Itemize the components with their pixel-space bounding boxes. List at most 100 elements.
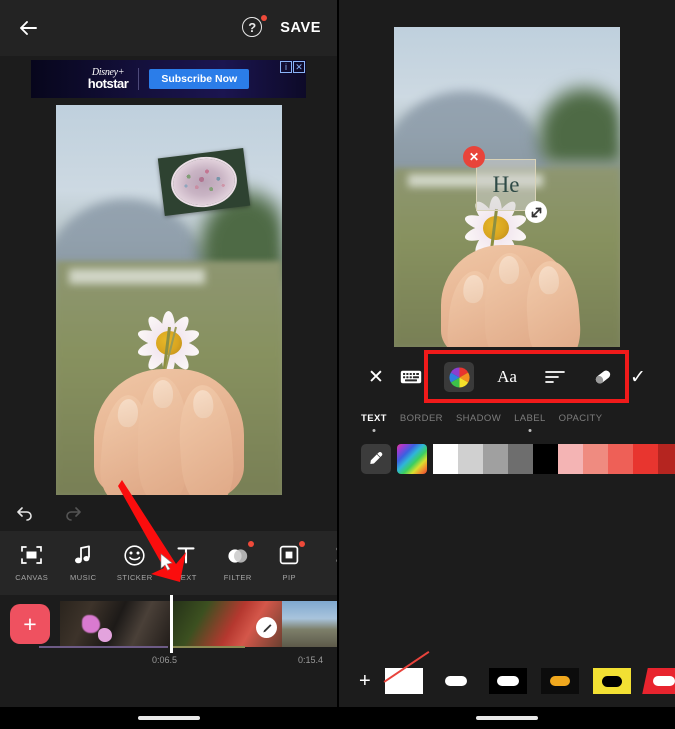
tab-label: SHADOW [456, 413, 501, 424]
tab-text[interactable]: TEXT [361, 413, 387, 433]
help-notification-badge [261, 15, 267, 21]
eraser-icon[interactable] [588, 362, 618, 392]
text-property-tabs: TEXT BORDER SHADOW LABEL OPACITY [339, 407, 675, 433]
color-swatch[interactable] [633, 444, 658, 474]
pip-new-badge [299, 541, 305, 547]
color-wheel-icon[interactable] [444, 362, 474, 392]
timeline-playhead[interactable] [170, 595, 173, 653]
tool-music[interactable]: MUSIC [58, 544, 110, 582]
timeline-clip-thumbnail[interactable] [60, 601, 171, 647]
tool-sticker[interactable]: STICKER [109, 544, 161, 582]
color-swatch[interactable] [458, 444, 483, 474]
help-question-icon[interactable]: ? [242, 17, 264, 39]
filter-new-badge [248, 541, 254, 547]
tool-label: FILTER [224, 573, 252, 582]
resize-diagonal-icon[interactable] [525, 201, 547, 223]
align-left-icon[interactable] [540, 362, 570, 392]
music-note-icon [74, 544, 92, 566]
preview-hand [94, 369, 244, 495]
font-aa-icon[interactable]: Aa [492, 362, 522, 392]
home-indicator [476, 716, 538, 720]
color-swatch[interactable] [483, 444, 508, 474]
label-preset-none[interactable] [385, 668, 423, 694]
back-arrow-icon[interactable] [16, 15, 42, 41]
tool-canvas[interactable]: CANVAS [6, 544, 58, 582]
screenshot-root: ? SAVE Disney+ hotstar Subscribe Now i ✕ [0, 0, 675, 729]
label-preset-red-skew[interactable] [642, 668, 675, 694]
color-swatch[interactable] [658, 444, 675, 474]
ad-subscribe-button[interactable]: Subscribe Now [149, 69, 249, 89]
label-preset-row: + [339, 655, 675, 707]
tool-pip[interactable]: PIP [264, 544, 316, 582]
text-tool-icons: Aa [396, 362, 618, 392]
history-controls [0, 495, 337, 531]
label-preset-orange-box[interactable] [541, 668, 579, 694]
color-swatch-group [433, 444, 675, 474]
label-preset-white-pill[interactable] [437, 668, 475, 694]
tool-label: TEXT [176, 573, 197, 582]
add-label-button[interactable]: + [359, 671, 371, 691]
text-overlay-box[interactable]: He [476, 159, 536, 211]
tab-shadow[interactable]: SHADOW [456, 413, 501, 433]
pip-overlay-image[interactable] [157, 148, 249, 216]
tool-preset[interactable]: PRE [319, 544, 337, 582]
tab-opacity[interactable]: OPACITY [559, 413, 603, 433]
left-panel-editor: ? SAVE Disney+ hotstar Subscribe Now i ✕ [0, 0, 337, 729]
tab-label: BORDER [400, 413, 443, 424]
timeline-audio-bars [0, 646, 337, 649]
color-palette-row[interactable] [339, 433, 675, 479]
timeline-time-row: 0:06.5 0:15.4 [0, 653, 337, 673]
keyboard-icon[interactable] [396, 362, 426, 392]
tab-label: TEXT [361, 413, 387, 424]
color-swatch[interactable] [433, 444, 458, 474]
left-video-preview[interactable] [56, 105, 282, 495]
eyedropper-icon[interactable] [361, 444, 391, 474]
color-swatch[interactable] [608, 444, 633, 474]
ad-info-icon[interactable]: i [280, 61, 292, 73]
home-indicator [138, 716, 200, 720]
timeline-bar-olive [170, 646, 245, 648]
ad-banner[interactable]: Disney+ hotstar Subscribe Now i ✕ [31, 60, 306, 98]
undo-arrow-icon[interactable] [14, 502, 36, 524]
mouse-cursor-icon [160, 553, 174, 571]
right-panel-text-editor: He ✕ ✕ [337, 0, 675, 729]
tab-indicator-dot [372, 429, 375, 432]
color-swatch[interactable] [508, 444, 533, 474]
color-swatch[interactable] [583, 444, 608, 474]
canvas-frame-icon [21, 544, 42, 566]
preview-background-detail [69, 269, 205, 285]
smiley-sticker-icon [124, 544, 145, 566]
tab-label[interactable]: LABEL [514, 413, 546, 433]
color-swatch[interactable] [558, 444, 583, 474]
preview-trees [530, 78, 620, 161]
pip-doily-graphic [170, 155, 237, 208]
right-video-preview[interactable]: He ✕ [394, 27, 620, 347]
timeline-clip-thumbnail[interactable] [282, 601, 337, 647]
tool-filter[interactable]: FILTER [212, 544, 264, 582]
ad-close-icon[interactable]: ✕ [293, 61, 305, 73]
trim-handle-icon[interactable] [256, 617, 277, 638]
save-button[interactable]: SAVE [280, 20, 321, 36]
tool-label: PIP [283, 573, 296, 582]
tab-label: LABEL [514, 413, 546, 424]
ad-controls: i ✕ [280, 61, 305, 73]
label-preset-yellow-box[interactable] [593, 668, 631, 694]
cancel-text-button[interactable]: ✕ [361, 362, 391, 392]
ad-divider [138, 68, 139, 90]
add-clip-button[interactable]: + [10, 604, 50, 644]
tool-label: CANVAS [15, 573, 48, 582]
color-swatch[interactable] [533, 444, 558, 474]
system-home-bar [339, 707, 675, 729]
redo-arrow-icon[interactable] [62, 502, 84, 524]
timeline-track[interactable]: + [0, 595, 337, 653]
system-home-bar [0, 707, 337, 729]
tab-border[interactable]: BORDER [400, 413, 443, 433]
text-delete-handle[interactable]: ✕ [463, 146, 485, 168]
text-editor-toolbar: ✕ [339, 347, 675, 407]
current-time-label: 0:06.5 [152, 655, 177, 665]
label-preset-black-box[interactable] [489, 668, 527, 694]
confirm-text-button[interactable]: ✓ [623, 362, 653, 392]
total-time-label: 0:15.4 [298, 655, 323, 665]
rainbow-gradient-swatch[interactable] [397, 444, 427, 474]
tool-label: MUSIC [70, 573, 96, 582]
